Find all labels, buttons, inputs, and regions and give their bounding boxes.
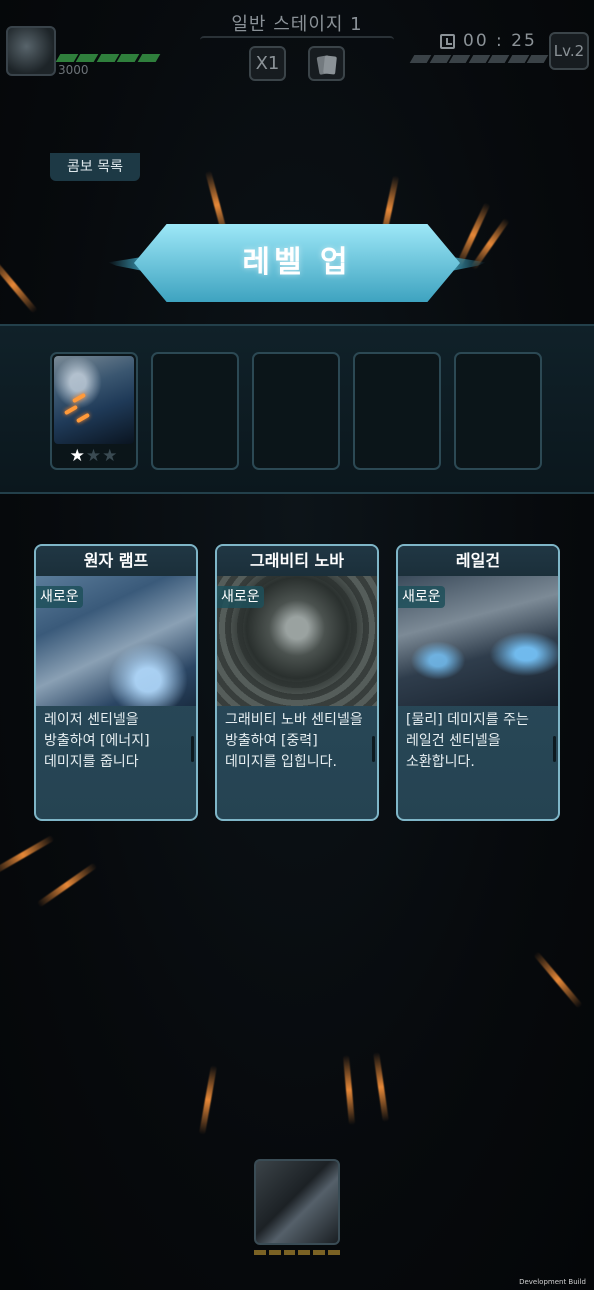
combo-slot-empty: [454, 352, 542, 470]
xp-bar: [409, 55, 549, 63]
new-badge: 새로운: [36, 586, 83, 608]
hp-bar: [55, 54, 161, 62]
player-ship: [254, 1159, 340, 1245]
scroll-indicator: [372, 736, 375, 762]
choice-name: 레일건: [398, 546, 558, 576]
star-icon: ★: [69, 446, 86, 466]
speed-button[interactable]: X1: [249, 46, 286, 81]
new-badge: 새로운: [217, 586, 264, 608]
laser-streak: [342, 1054, 356, 1126]
star-icon: ★: [102, 446, 119, 466]
player-energy-bar: [254, 1250, 340, 1255]
new-badge: 새로운: [398, 586, 445, 608]
combo-slot[interactable]: ★★★: [50, 352, 138, 470]
laser-streak: [0, 256, 38, 314]
scroll-indicator: [191, 736, 194, 762]
laser-streak: [0, 834, 55, 876]
combo-list-label: 콤보 목록: [50, 153, 140, 181]
scroll-indicator: [553, 736, 556, 762]
level-up-title: 레벨 업: [242, 245, 352, 280]
level-up-banner: 레벨 업: [108, 224, 486, 302]
hud-frame: [200, 36, 394, 44]
timer: 00 : 25: [440, 31, 537, 51]
laser-streak: [373, 1051, 389, 1123]
combo-list: ★★★: [0, 324, 594, 494]
laser-streak: [198, 1065, 218, 1135]
star-rating: ★★★: [52, 446, 136, 466]
star-icon: ★: [85, 446, 103, 466]
clock-icon: [440, 33, 455, 49]
combo-slot-empty: [353, 352, 441, 470]
level-badge: Lv.2: [549, 32, 589, 70]
ship-thumbnail: [54, 356, 134, 444]
choice-description: 그래비티 노바 센티넬을 방출하여 [중력] 데미지를 입힙니다.: [225, 712, 363, 770]
combo-slot-empty: [252, 352, 340, 470]
timer-value: 00 : 25: [463, 31, 537, 51]
laser-streak: [533, 951, 583, 1009]
choice-name: 그래비티 노바: [217, 546, 377, 576]
combo-slot-empty: [151, 352, 239, 470]
hp-value: 3000: [58, 63, 89, 77]
planet-avatar-icon[interactable]: [6, 26, 56, 76]
choice-card-atomic-lamp[interactable]: 원자 램프 새로운 레이저 센티넬을 방출하여 [에너지] 데미지를 줍니다: [34, 544, 198, 821]
hud: 일반 스테이지 1 3000 X1 00 : 25 Lv.2: [0, 0, 594, 90]
choice-description: [물리] 데미지를 주는 레일건 센티넬을 소환합니다.: [406, 712, 529, 770]
laser-streak: [36, 862, 98, 908]
choice-card-gravity-nova[interactable]: 그래비티 노바 새로운 그래비티 노바 센티넬을 방출하여 [중력] 데미지를 …: [215, 544, 379, 821]
cards-button[interactable]: [308, 46, 345, 81]
choice-card-railgun[interactable]: 레일건 새로운 [물리] 데미지를 주는 레일건 센티넬을 소환합니다.: [396, 544, 560, 821]
choice-name: 원자 램프: [36, 546, 196, 576]
dev-build-label: Development Build: [519, 1278, 586, 1286]
choice-description: 레이저 센티넬을 방출하여 [에너지] 데미지를 줍니다: [44, 712, 150, 770]
